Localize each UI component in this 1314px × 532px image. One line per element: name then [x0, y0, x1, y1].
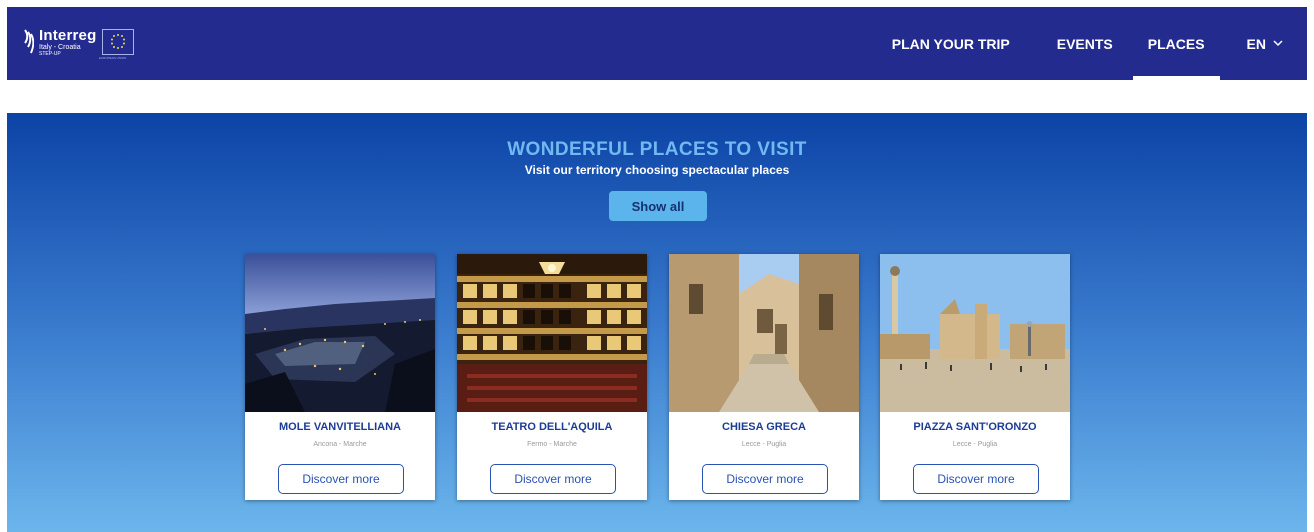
place-title: TEATRO DELL'AQUILA	[491, 421, 613, 433]
discover-more-button[interactable]: Discover more	[490, 464, 616, 494]
eu-flag-icon	[102, 29, 135, 55]
place-photo	[245, 254, 435, 412]
main-nav: PLAN YOUR TRIP EVENTS PLACES EN	[892, 7, 1307, 80]
language-selector[interactable]: EN	[1247, 7, 1283, 80]
section-subtitle: Visit our territory choosing spectacular…	[524, 163, 790, 177]
place-location: Fermo - Marche	[527, 441, 577, 448]
discover-more-button[interactable]: Discover more	[278, 464, 404, 494]
place-location: Lecce - Puglia	[741, 441, 787, 448]
place-card[interactable]: MOLE VANVITELLIANA Ancona - Marche Disco…	[245, 254, 435, 500]
discover-more-button[interactable]: Discover more	[913, 464, 1039, 494]
place-photo	[669, 254, 859, 412]
nav-plan-your-trip[interactable]: PLAN YOUR TRIP	[892, 7, 1010, 80]
places-hero-section: WONDERFUL PLACES TO VISIT Visit our terr…	[7, 113, 1307, 532]
place-photo	[880, 254, 1070, 412]
section-title: WONDERFUL PLACES TO VISIT	[507, 139, 807, 160]
brand-region: Italy - Croatia	[39, 44, 81, 51]
place-card[interactable]: PIAZZA SANT'ORONZO Lecce - Puglia Discov…	[880, 254, 1070, 500]
top-navbar: Interreg Italy - Croatia STEP-UP EUROPEA…	[7, 7, 1307, 80]
chevron-down-icon	[1273, 40, 1283, 47]
brand-name: Interreg	[39, 27, 97, 44]
nav-places-label: PLACES	[1147, 35, 1205, 52]
place-location: Lecce - Puglia	[952, 441, 998, 448]
place-card[interactable]: TEATRO DELL'AQUILA Fermo - Marche Discov…	[457, 254, 647, 500]
place-location: Ancona - Marche	[313, 441, 367, 448]
language-label: EN	[1246, 35, 1266, 52]
place-title: MOLE VANVITELLIANA	[278, 421, 401, 433]
interreg-logo-icon	[24, 29, 34, 54]
place-title: PIAZZA SANT'ORONZO	[913, 421, 1037, 433]
active-nav-indicator	[1132, 76, 1220, 80]
nav-places[interactable]: PLACES	[1132, 7, 1220, 80]
eu-caption: EUROPEAN UNION	[99, 56, 127, 60]
nav-events[interactable]: EVENTS	[1057, 7, 1113, 80]
place-card[interactable]: CHIESA GRECA Lecce - Puglia Discover mor…	[669, 254, 859, 500]
place-photo	[457, 254, 647, 412]
brand-project: STEP-UP	[39, 51, 61, 57]
show-all-button[interactable]: Show all	[609, 191, 707, 221]
place-title: CHIESA GRECA	[722, 421, 806, 433]
discover-more-button[interactable]: Discover more	[702, 464, 828, 494]
